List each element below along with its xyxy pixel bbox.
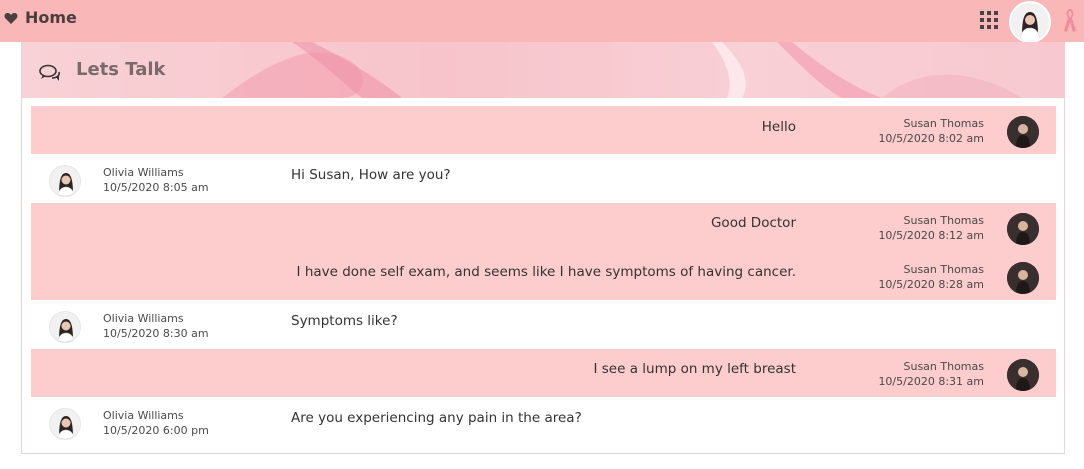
home-label: Home [25,8,77,27]
message-timestamp: 10/5/2020 8:31 am [878,375,984,388]
message-timestamp: 10/5/2020 8:28 am [878,278,984,291]
apps-grid-icon[interactable] [980,11,998,29]
sender-name: Susan Thomas [903,117,984,130]
message-row: Hello Susan Thomas 10/5/2020 8:02 am [31,106,1056,154]
message-timestamp: 10/5/2020 8:12 am [878,229,984,242]
message-row: Olivia Williams 10/5/2020 8:30 am Sympto… [31,300,1056,349]
chat-bubbles-icon [39,64,60,81]
sender-avatar [49,165,81,197]
message-row: Olivia Williams 10/5/2020 6:00 pm Are yo… [31,397,1056,447]
user-avatar-image [1011,3,1049,41]
sender-name: Olivia Williams [103,312,184,325]
message-text: Good Doctor [710,215,796,231]
home-link[interactable]: Home [3,8,77,27]
message-text: I have done self exam, and seems like I … [296,264,796,280]
sender-avatar [49,408,81,440]
message-text: Hello [761,119,796,135]
sender-avatar [1007,262,1039,294]
message-row: I see a lump on my left breast Susan Tho… [31,349,1056,397]
sender-name: Susan Thomas [903,214,984,227]
message-row: Good Doctor Susan Thomas 10/5/2020 8:12 … [31,203,1056,252]
sender-avatar [49,311,81,343]
message-timestamp: 10/5/2020 6:00 pm [103,424,209,437]
message-timestamp: 10/5/2020 8:05 am [103,181,209,194]
top-navbar: Home [0,0,1084,43]
message-row: I have done self exam, and seems like I … [31,252,1056,300]
user-avatar[interactable] [1009,1,1051,43]
sender-name: Olivia Williams [103,166,184,179]
pink-ribbon-icon[interactable] [1063,7,1077,33]
chat-header-banner: Lets Talk [22,42,1065,98]
ribbon-banner-image [222,42,1022,98]
chat-panel: Lets Talk Hello Susan Thomas 10/5/2020 8… [21,42,1065,454]
chat-title: Lets Talk [76,59,166,80]
message-row: Olivia Williams 10/5/2020 8:05 am Hi Sus… [31,154,1056,203]
message-text: Symptoms like? [291,313,398,329]
sender-avatar [1007,213,1039,245]
sender-name: Susan Thomas [903,360,984,373]
sender-avatar [1007,116,1039,148]
sender-name: Susan Thomas [903,263,984,276]
message-timestamp: 10/5/2020 8:30 am [103,327,209,340]
sender-avatar [1007,359,1039,391]
message-timestamp: 10/5/2020 8:02 am [878,132,984,145]
sender-name: Olivia Williams [103,409,184,422]
message-text: I see a lump on my left breast [593,361,796,377]
message-text: Are you experiencing any pain in the are… [291,410,582,426]
heart-icon [4,12,18,24]
message-text: Hi Susan, How are you? [291,167,451,183]
